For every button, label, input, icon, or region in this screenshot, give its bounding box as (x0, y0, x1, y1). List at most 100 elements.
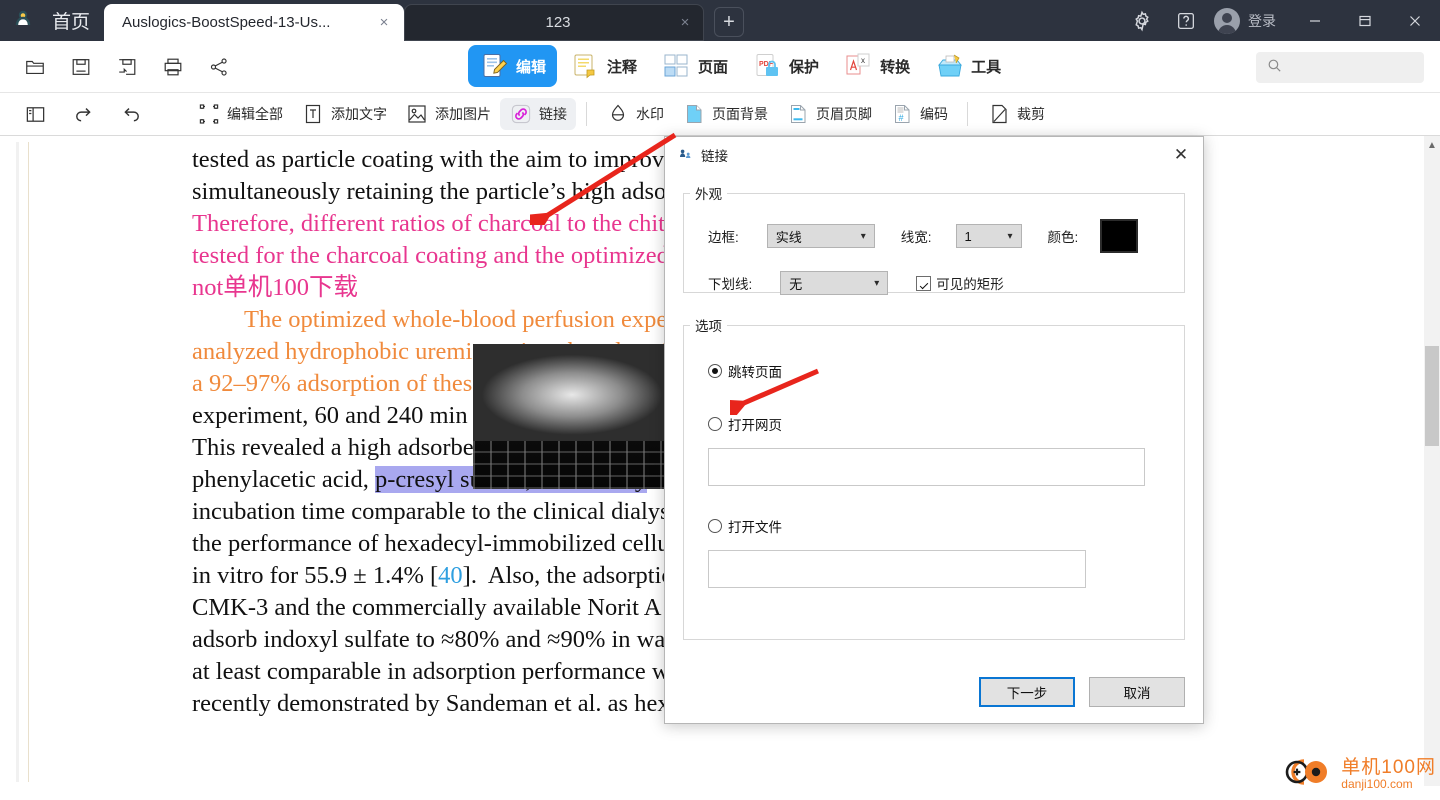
save-icon[interactable] (64, 50, 98, 84)
tab-document-2[interactable]: 123 × (404, 4, 705, 41)
account-login-button[interactable]: 登录 (1208, 7, 1290, 34)
tool-page-background[interactable]: 页面背景 (673, 98, 777, 130)
vertical-scrollbar[interactable]: ▲ (1424, 136, 1440, 786)
tab-document-2-close-icon[interactable]: × (675, 13, 695, 33)
underline-label: 下划线: (708, 277, 753, 292)
close-window-button[interactable] (1390, 0, 1440, 41)
print-icon[interactable] (156, 50, 190, 84)
radio-goto-page-label: 跳转页面 (728, 365, 782, 380)
appearance-group: 外观 边框: 实线 ▾ 线宽: 1 ▾ 颜色: 下划线: 无 ▾ 可见的矩形 (683, 183, 1185, 295)
maximize-restore-button[interactable] (1340, 0, 1390, 41)
share-icon[interactable] (202, 50, 236, 84)
url-input[interactable] (708, 448, 1145, 486)
tab-document-1-label: Auslogics-BoostSpeed-13-Us... (122, 14, 331, 31)
link-dialog-close-icon[interactable]: ✕ (1165, 140, 1197, 170)
radio-button-icon (708, 417, 722, 431)
titlebar-right-controls: 登录 (1120, 0, 1440, 41)
link-dialog-icon (677, 145, 693, 166)
watermark-logo-icon (1278, 755, 1336, 794)
save-as-icon[interactable] (110, 50, 144, 84)
watermark-en-label: danji100.com (1341, 777, 1413, 792)
tool-header-footer-label: 页眉页脚 (816, 106, 872, 122)
avatar (1214, 7, 1240, 34)
edit-tool-group: 编辑全部 添加文字 添加图片 链接 水印 页面背景 页眉页脚 # 编码 裁剪 (188, 98, 1054, 130)
link-dialog-header: 链接 ✕ (665, 137, 1203, 173)
tool-add-text[interactable]: 添加文字 (292, 98, 396, 130)
svg-text:x: x (861, 56, 865, 65)
bates-numbering-icon: # (890, 102, 914, 126)
mode-tab-pages[interactable]: 页面 (650, 45, 739, 87)
reference-link[interactable]: 40 (438, 562, 463, 589)
tool-add-image-label: 添加图片 (435, 106, 491, 122)
scroll-up-arrow-icon[interactable]: ▲ (1424, 136, 1440, 154)
radio-button-icon (708, 364, 722, 378)
tool-edit-all[interactable]: 编辑全部 (188, 98, 292, 130)
toolbox-icon (934, 51, 964, 81)
title-bar: 首页 Auslogics-BoostSpeed-13-Us... × 123 ×… (0, 0, 1440, 41)
watermark-icon (606, 102, 630, 126)
new-tab-button[interactable]: + (714, 7, 745, 37)
next-step-button[interactable]: 下一步 (979, 677, 1075, 707)
edit-all-icon (197, 102, 221, 126)
mode-tab-tools[interactable]: 工具 (923, 45, 1012, 87)
options-group-legend: 选项 (695, 319, 722, 334)
color-label: 颜色: (1047, 230, 1079, 245)
search-input[interactable] (1256, 52, 1424, 83)
tool-link[interactable]: 链接 (500, 98, 576, 130)
edit-document-icon (479, 51, 509, 81)
line-width-label: 线宽: (900, 230, 932, 245)
gear-icon[interactable] (1120, 0, 1164, 41)
link-dialog[interactable]: 链接 ✕ 外观 边框: 实线 ▾ 线宽: 1 ▾ 颜色: 下划线: 无 ▾ 可见… (664, 136, 1204, 724)
file-path-input[interactable] (708, 550, 1086, 588)
tool-header-footer[interactable]: 页眉页脚 (777, 98, 881, 130)
underline-select[interactable]: 无 ▾ (780, 271, 889, 295)
app-logo-icon (0, 0, 46, 41)
mode-tab-edit[interactable]: 编辑 (468, 45, 558, 87)
page-margin-guide (28, 142, 29, 782)
sidebar-panel-icon[interactable] (18, 97, 52, 131)
tab-document-1-close-icon[interactable]: × (374, 13, 394, 33)
convert-icon: x (843, 51, 873, 81)
radio-goto-page[interactable]: 跳转页面 (684, 361, 1184, 381)
scrollbar-thumb[interactable] (1425, 346, 1439, 446)
tool-bates-numbering[interactable]: # 编码 (881, 98, 957, 130)
radio-open-webpage[interactable]: 打开网页 (684, 414, 1184, 434)
color-swatch-button[interactable] (1100, 219, 1139, 253)
tool-crop[interactable]: 裁剪 (978, 98, 1054, 130)
link-dialog-title: 链接 (701, 149, 728, 164)
redo-icon[interactable] (66, 97, 100, 131)
link-icon (509, 102, 533, 126)
tool-crop-label: 裁剪 (1017, 106, 1045, 122)
header-footer-icon (786, 102, 810, 126)
border-style-select[interactable]: 实线 ▾ (766, 224, 875, 248)
tool-watermark[interactable]: 水印 (597, 98, 673, 130)
tab-document-1[interactable]: Auslogics-BoostSpeed-13-Us... × (104, 4, 405, 41)
mode-tab-protect-label: 保护 (789, 58, 820, 76)
appearance-group-legend: 外观 (695, 187, 722, 202)
visible-rectangle-checkbox[interactable]: 可见的矩形 (916, 273, 1004, 293)
mode-tab-annotate[interactable]: 注释 (559, 45, 648, 87)
home-button[interactable]: 首页 (46, 0, 104, 41)
mode-tab-edit-label: 编辑 (516, 58, 547, 76)
cancel-button[interactable]: 取消 (1089, 677, 1185, 707)
add-image-icon (405, 102, 429, 126)
minimize-button[interactable] (1290, 0, 1340, 41)
search-icon (1266, 57, 1283, 79)
mode-tab-convert-label: 转换 (880, 58, 911, 76)
undo-icon[interactable] (114, 97, 148, 131)
line-width-select[interactable]: 1 ▾ (955, 224, 1022, 248)
mode-tab-convert[interactable]: x 转换 (832, 45, 921, 87)
radio-open-file[interactable]: 打开文件 (684, 516, 1184, 536)
dialog-buttons: 下一步 取消 (979, 677, 1185, 707)
border-style-value: 实线 (775, 229, 802, 245)
tool-add-image[interactable]: 添加图片 (396, 98, 500, 130)
home-button-label: 首页 (52, 12, 91, 33)
chevron-down-icon: ▾ (1007, 230, 1013, 242)
open-folder-icon[interactable] (18, 50, 52, 84)
quick-access-toolbar (0, 50, 236, 84)
mode-tab-protect[interactable]: PDF 保护 (741, 45, 830, 87)
question-mark-icon[interactable] (1164, 0, 1208, 41)
tool-link-label: 链接 (539, 106, 567, 122)
mode-tab-pages-label: 页面 (698, 58, 729, 76)
annotate-icon (570, 51, 600, 81)
